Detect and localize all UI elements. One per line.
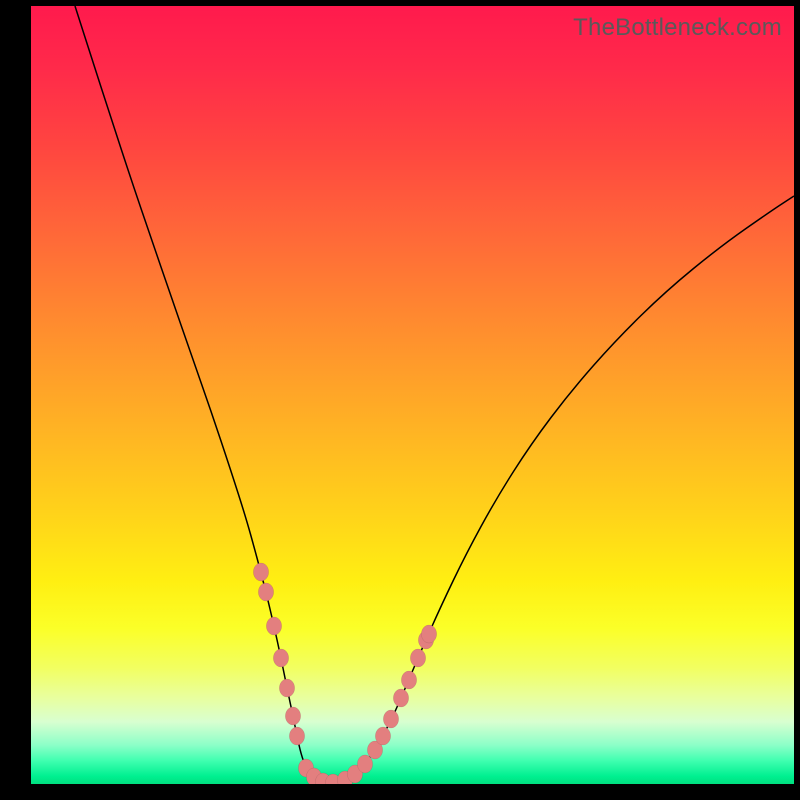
highlight-dot: [375, 727, 390, 745]
plot-area: TheBottleneck.com: [31, 6, 794, 784]
highlight-dot: [273, 649, 288, 667]
highlight-dot: [285, 707, 300, 725]
highlight-dots: [253, 563, 436, 784]
highlight-dot: [393, 689, 408, 707]
chart-frame: TheBottleneck.com: [0, 0, 800, 800]
highlight-dot: [289, 727, 304, 745]
highlight-dot: [266, 617, 281, 635]
highlight-dot: [383, 710, 398, 728]
highlight-dot: [253, 563, 268, 581]
bottleneck-curve: [75, 6, 794, 783]
highlight-dot: [279, 679, 294, 697]
highlight-dot: [401, 671, 416, 689]
highlight-dot: [421, 625, 436, 643]
highlight-dot: [410, 649, 425, 667]
highlight-dot: [357, 755, 372, 773]
highlight-dot: [258, 583, 273, 601]
curve-svg: [31, 6, 794, 784]
